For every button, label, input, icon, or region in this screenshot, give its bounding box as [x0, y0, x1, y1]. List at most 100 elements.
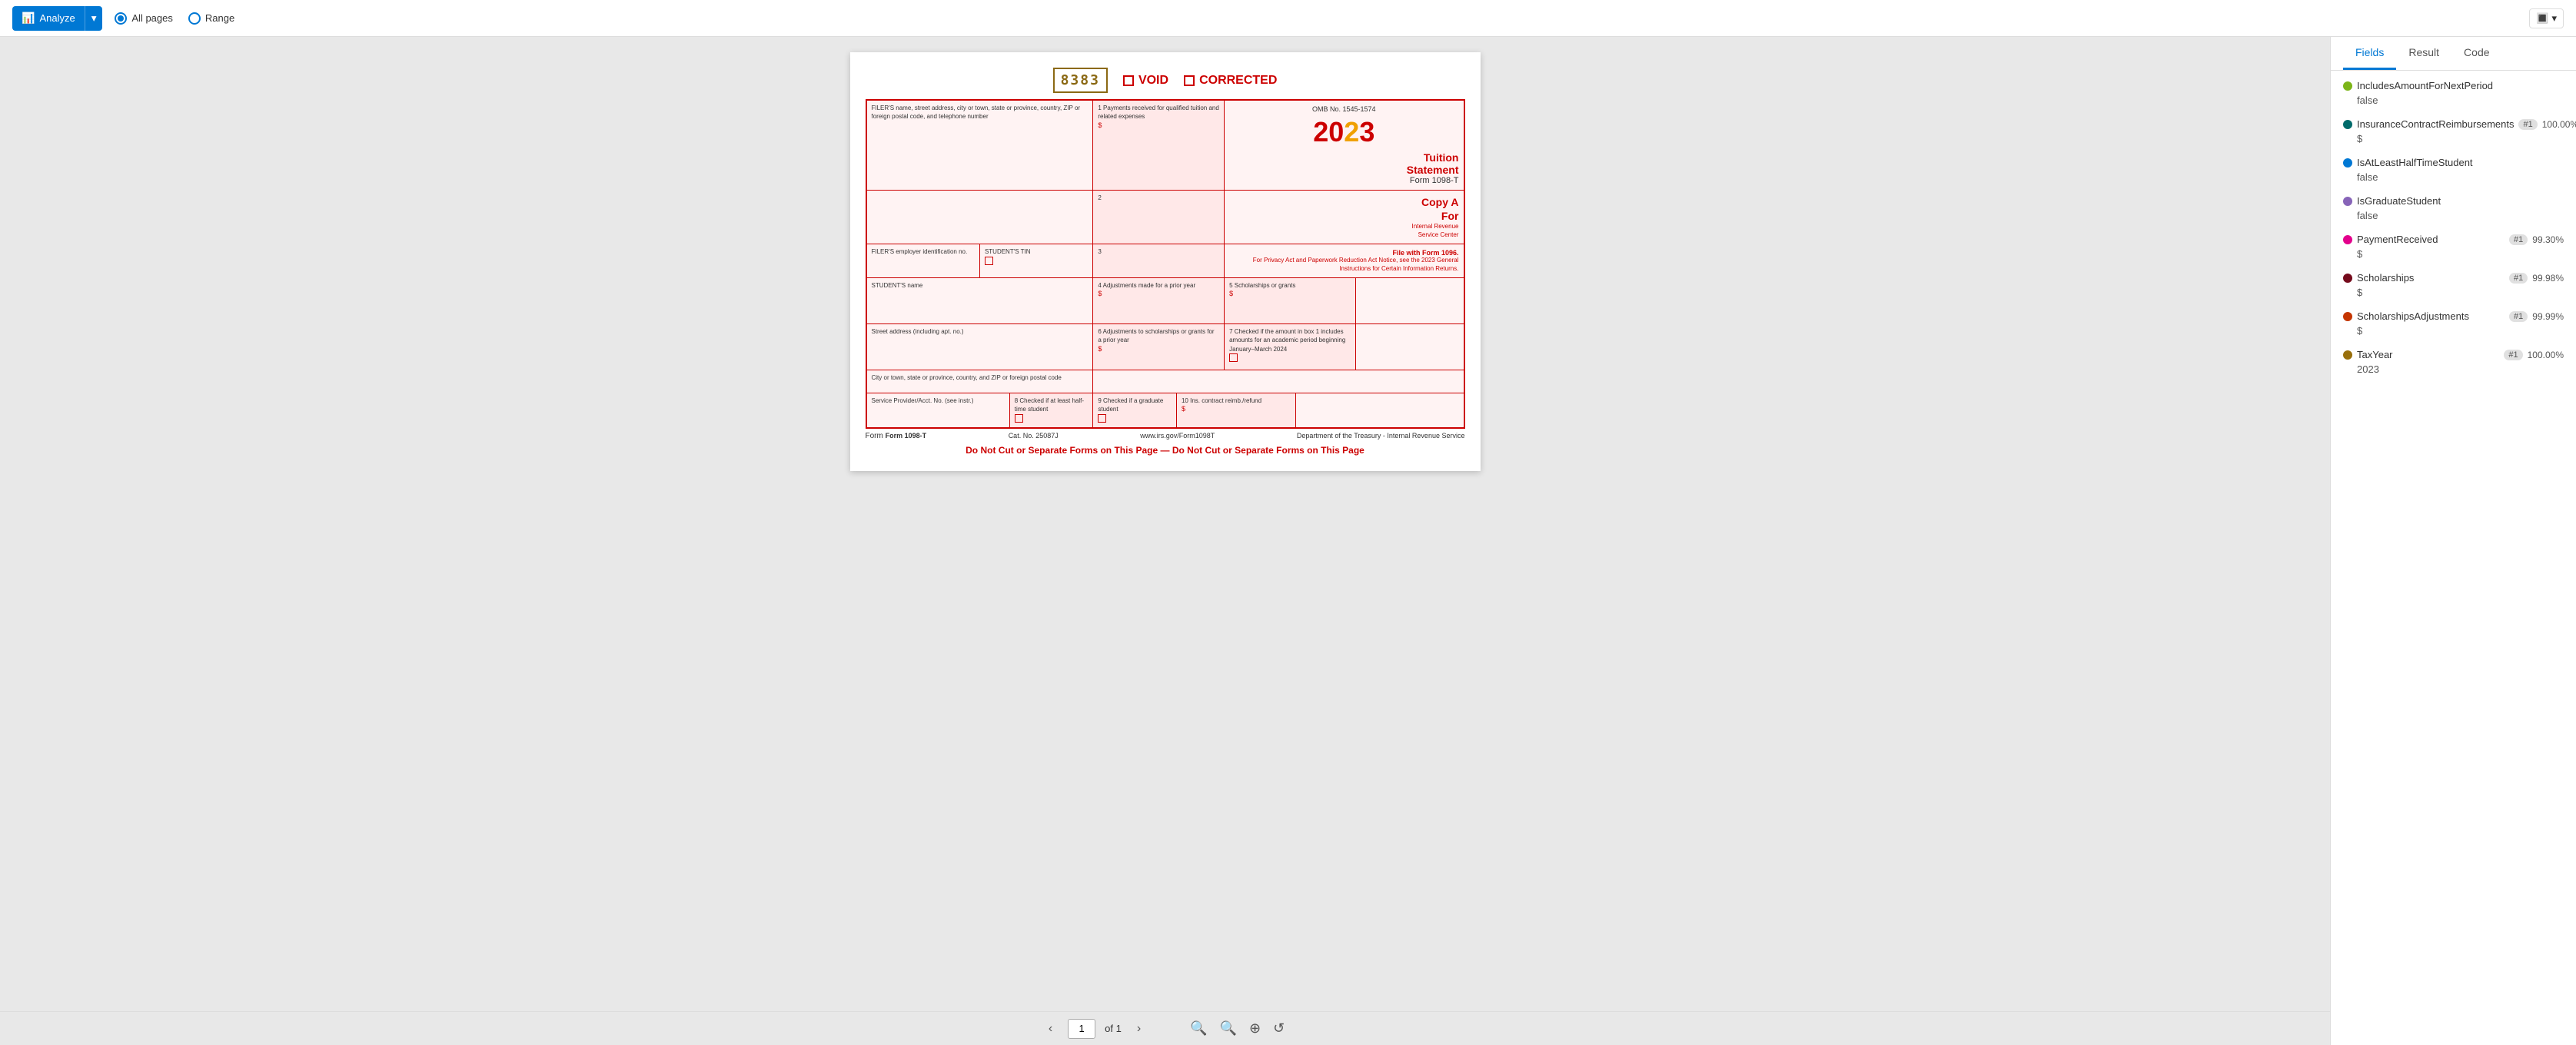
do-not-cut: Do Not Cut or Separate Forms on This Pag… — [866, 445, 1465, 456]
field-item: ScholarshipsAdjustments #1 99.99% $ — [2343, 310, 2564, 337]
layers-button[interactable]: 🔳 ▾ — [2529, 8, 2564, 28]
pages-radio-group: All pages Range — [115, 12, 234, 25]
analyze-button[interactable]: 📊 Analyze ▾ — [12, 6, 102, 31]
field-header: IncludesAmountForNextPeriod — [2343, 80, 2564, 91]
box10-label: 10 Ins. contract reimb./refund — [1182, 397, 1261, 404]
year-suffix: 3 — [1359, 116, 1374, 148]
field-dot — [2343, 197, 2352, 206]
fit-page-button[interactable]: ⊕ — [1246, 1019, 1264, 1038]
tab-fields[interactable]: Fields — [2343, 37, 2396, 70]
filer-ein-label: FILER'S employer identification no. — [872, 248, 968, 255]
file-notice: File with Form 1096. — [1229, 249, 1458, 257]
analyze-dropdown-arrow[interactable]: ▾ — [85, 6, 103, 31]
box3-cell: 3 — [1093, 244, 1225, 277]
copy-a-filler — [1356, 278, 1464, 323]
field-confidence: 100.00% — [2542, 119, 2576, 130]
field-item: Scholarships #1 99.98% $ — [2343, 272, 2564, 298]
city-cell: City or town, state or province, country… — [867, 370, 1094, 393]
field-dot — [2343, 120, 2352, 129]
field-badge: #1 — [2509, 311, 2528, 322]
all-pages-label: All pages — [131, 12, 172, 24]
field-header: Scholarships #1 99.98% — [2343, 272, 2564, 284]
service-provider-cell: Service Provider/Acct. No. (see instr.) — [867, 393, 1010, 427]
field-header: IsGraduateStudent — [2343, 195, 2564, 207]
copy-a-line1: Copy A — [1229, 195, 1458, 209]
void-checkbox — [1123, 75, 1134, 86]
box9-cell: 9 Checked if a graduate student — [1093, 393, 1177, 427]
doc-content[interactable]: 8383 VOID CORRECTED FILER'S — [0, 37, 2330, 1011]
analyze-icon: 📊 — [22, 12, 35, 25]
box5-cell: 5 Scholarships or grants $ — [1225, 278, 1356, 323]
box3-label: 3 — [1098, 248, 1101, 255]
row5-filler — [1356, 324, 1464, 370]
form-row-7: Service Provider/Acct. No. (see instr.) … — [867, 393, 1464, 427]
copy-a-line4: Service Center — [1229, 231, 1458, 239]
field-header: TaxYear #1 100.00% — [2343, 349, 2564, 360]
rotate-button[interactable]: ↺ — [1270, 1019, 1288, 1038]
field-item: TaxYear #1 100.00% 2023 — [2343, 349, 2564, 375]
student-tin-label: STUDENT'S TIN — [985, 248, 1031, 255]
form-row-6: City or town, state or province, country… — [867, 370, 1464, 393]
field-item: IsGraduateStudent false — [2343, 195, 2564, 221]
field-header: IsAtLeastHalfTimeStudent — [2343, 157, 2564, 168]
field-value: false — [2357, 95, 2564, 106]
box10-dollar: $ — [1182, 405, 1185, 413]
field-confidence: 100.00% — [2528, 350, 2564, 360]
layers-icon: 🔳 — [2536, 12, 2548, 25]
box7-checkbox — [1229, 353, 1238, 362]
box8-checkbox — [1015, 414, 1023, 423]
tab-result[interactable]: Result — [2396, 37, 2451, 70]
all-pages-option[interactable]: All pages — [115, 12, 172, 25]
field-confidence: 99.30% — [2532, 234, 2564, 245]
corrected-section: CORRECTED — [1184, 74, 1277, 88]
field-item: PaymentReceived #1 99.30% $ — [2343, 234, 2564, 260]
field-name: InsuranceContractReimbursements — [2357, 118, 2514, 130]
void-section: VOID — [1123, 74, 1168, 88]
field-item: IncludesAmountForNextPeriod false — [2343, 80, 2564, 106]
zoom-in-button[interactable]: 🔍 — [1217, 1019, 1240, 1038]
field-value: $ — [2357, 287, 2564, 298]
range-radio[interactable] — [188, 12, 201, 25]
page-number-input[interactable] — [1068, 1019, 1095, 1039]
copy-a-line2: For — [1229, 209, 1458, 223]
field-name: ScholarshipsAdjustments — [2357, 310, 2505, 322]
field-item: IsAtLeastHalfTimeStudent false — [2343, 157, 2564, 183]
field-value: $ — [2357, 325, 2564, 337]
zoom-out-button[interactable]: 🔍 — [1187, 1019, 1210, 1038]
layers-chevron: ▾ — [2551, 12, 2557, 25]
student-name-cell: STUDENT'S name — [867, 278, 1094, 323]
document-viewer: 8383 VOID CORRECTED FILER'S — [0, 37, 2330, 1045]
toolbar: 📊 Analyze ▾ All pages Range 🔳 ▾ — [0, 0, 2576, 37]
form-number: Form 1098-T — [1229, 176, 1458, 185]
page-of-label: of 1 — [1105, 1023, 1122, 1034]
box1-label: 1 Payments received for qualified tuitio… — [1098, 104, 1218, 120]
prev-page-button[interactable]: ‹ — [1042, 1019, 1059, 1039]
field-name: PaymentReceived — [2357, 234, 2505, 245]
box1-cell: 1 Payments received for qualified tuitio… — [1093, 101, 1225, 190]
field-badge: #1 — [2504, 350, 2522, 360]
all-pages-radio[interactable] — [115, 12, 127, 25]
tin-checkbox — [985, 257, 993, 265]
box9-label: 9 Checked if a graduate student — [1098, 397, 1163, 413]
fields-list: IncludesAmountForNextPeriod false Insura… — [2331, 71, 2576, 1045]
title-line2: Statement — [1229, 164, 1458, 176]
tab-code[interactable]: Code — [2451, 37, 2501, 70]
box9-checkbox — [1098, 414, 1106, 423]
box7-cell: 7 Checked if the amount in box 1 include… — [1225, 324, 1356, 370]
box4-label: 4 Adjustments made for a prior year — [1098, 282, 1195, 289]
range-option[interactable]: Range — [188, 12, 234, 25]
filer-name-label: FILER'S name, street address, city or to… — [872, 104, 1081, 120]
barcode: 8383 — [1053, 68, 1108, 93]
box10-cell: 10 Ins. contract reimb./refund $ — [1177, 393, 1296, 427]
analyze-main[interactable]: 📊 Analyze — [12, 6, 85, 31]
next-page-button[interactable]: › — [1131, 1019, 1147, 1039]
copy-a-cell: Copy A For Internal Revenue Service Cent… — [1225, 191, 1463, 244]
footer-dept: Department of the Treasury - Internal Re… — [1297, 432, 1465, 440]
service-provider-label: Service Provider/Acct. No. (see instr.) — [872, 397, 974, 404]
field-name: IsAtLeastHalfTimeStudent — [2357, 157, 2564, 168]
field-confidence: 99.98% — [2532, 273, 2564, 284]
row7-filler — [1296, 393, 1463, 427]
copy-a-line3: Internal Revenue — [1229, 223, 1458, 231]
field-dot — [2343, 81, 2352, 91]
field-item: InsuranceContractReimbursements #1 100.0… — [2343, 118, 2564, 144]
